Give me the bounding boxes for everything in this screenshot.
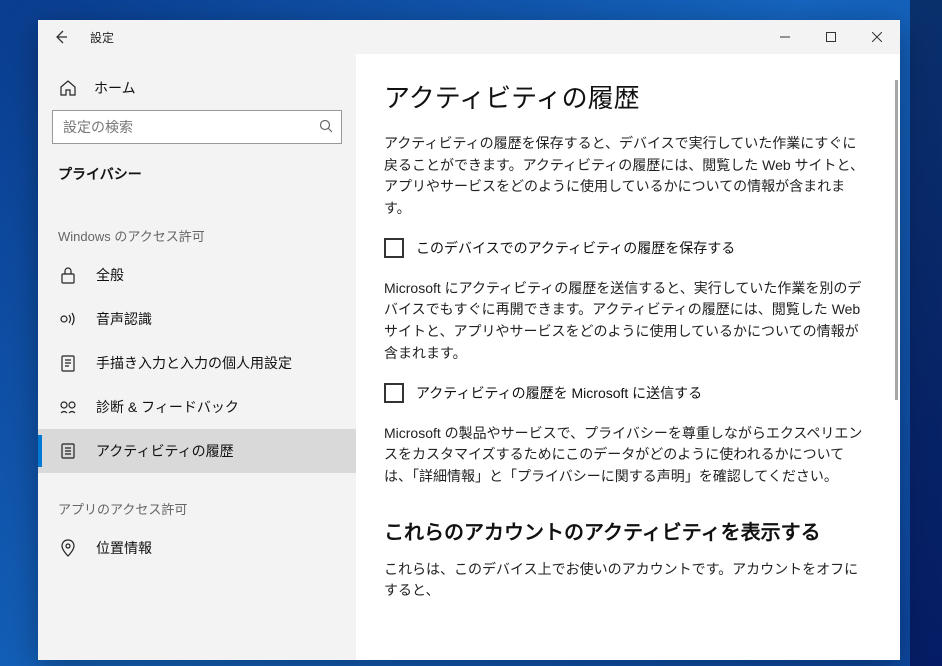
window-body: ホーム プライバシー Windows のアクセス許可 全般 bbox=[38, 54, 900, 660]
minimize-button[interactable] bbox=[762, 20, 808, 54]
home-label: ホーム bbox=[94, 78, 136, 98]
close-icon bbox=[872, 32, 882, 42]
settings-window: 設定 ホーム bbox=[38, 20, 900, 660]
feedback-icon bbox=[58, 399, 78, 415]
search-icon bbox=[319, 119, 333, 136]
subheading-accounts: これらのアカウントのアクティビティを表示する bbox=[384, 516, 868, 545]
content-area: アクティビティの履歴 アクティビティの履歴を保存すると、デバイスで実行していた作… bbox=[356, 54, 900, 660]
checkbox-row-store-history[interactable]: このデバイスでのアクティビティの履歴を保存する bbox=[384, 238, 868, 258]
sidebar-item-activity-history[interactable]: アクティビティの履歴 bbox=[38, 429, 356, 473]
location-icon bbox=[58, 539, 78, 557]
sidebar-item-speech[interactable]: 音声認識 bbox=[38, 297, 356, 341]
arrow-left-icon bbox=[53, 29, 69, 45]
nav-label: 音声認識 bbox=[96, 309, 152, 329]
checkbox-label: このデバイスでのアクティビティの履歴を保存する bbox=[416, 238, 735, 258]
search-input[interactable] bbox=[63, 119, 319, 135]
checkbox-send-microsoft[interactable] bbox=[384, 383, 404, 403]
sidebar-section-windows-permissions: Windows のアクセス許可 bbox=[38, 200, 356, 253]
back-button[interactable] bbox=[38, 20, 84, 54]
activity-history-icon bbox=[58, 442, 78, 460]
sidebar-item-diagnostics[interactable]: 診断 & フィードバック bbox=[38, 385, 356, 429]
search-wrap bbox=[38, 110, 356, 154]
maximize-button[interactable] bbox=[808, 20, 854, 54]
sidebar-item-location[interactable]: 位置情報 bbox=[38, 526, 356, 570]
nav-label: アクティビティの履歴 bbox=[96, 441, 234, 461]
nav-label: 手描き入力と入力の個人用設定 bbox=[96, 353, 292, 373]
desktop-shadow bbox=[910, 0, 942, 666]
page-title: アクティビティの履歴 bbox=[384, 78, 868, 115]
sidebar-item-inking[interactable]: 手描き入力と入力の個人用設定 bbox=[38, 341, 356, 385]
window-title: 設定 bbox=[90, 29, 114, 46]
title-bar: 設定 bbox=[38, 20, 900, 54]
sidebar-section-app-permissions: アプリのアクセス許可 bbox=[38, 473, 356, 526]
sidebar-item-general[interactable]: 全般 bbox=[38, 253, 356, 297]
sidebar-category: プライバシー bbox=[38, 154, 356, 200]
sidebar-home[interactable]: ホーム bbox=[38, 70, 356, 110]
search-box[interactable] bbox=[52, 110, 342, 144]
nav-label: 診断 & フィードバック bbox=[96, 397, 239, 417]
close-button[interactable] bbox=[854, 20, 900, 54]
description-1: アクティビティの履歴を保存すると、デバイスで実行していた作業にすぐに戻ることがで… bbox=[384, 133, 868, 220]
checkbox-row-send-microsoft[interactable]: アクティビティの履歴を Microsoft に送信する bbox=[384, 383, 868, 403]
home-icon bbox=[58, 79, 78, 97]
description-3: Microsoft の製品やサービスで、プライバシーを尊重しながらエクスペリエン… bbox=[384, 423, 868, 488]
lock-icon bbox=[58, 266, 78, 284]
description-2: Microsoft にアクティビティの履歴を送信すると、実行していた作業を別のデ… bbox=[384, 278, 868, 365]
checkbox-label: アクティビティの履歴を Microsoft に送信する bbox=[416, 383, 702, 403]
minimize-icon bbox=[780, 32, 790, 42]
nav-label: 全般 bbox=[96, 265, 124, 285]
window-controls bbox=[762, 20, 900, 54]
scrollbar[interactable] bbox=[895, 80, 898, 400]
description-4: これらは、このデバイス上でお使いのアカウントです。アカウントをオフにすると、 bbox=[384, 559, 868, 602]
sidebar: ホーム プライバシー Windows のアクセス許可 全般 bbox=[38, 54, 356, 660]
nav-label: 位置情報 bbox=[96, 538, 152, 558]
speech-icon bbox=[58, 311, 78, 327]
clipboard-icon bbox=[58, 354, 78, 372]
maximize-icon bbox=[826, 32, 836, 42]
checkbox-store-history[interactable] bbox=[384, 238, 404, 258]
